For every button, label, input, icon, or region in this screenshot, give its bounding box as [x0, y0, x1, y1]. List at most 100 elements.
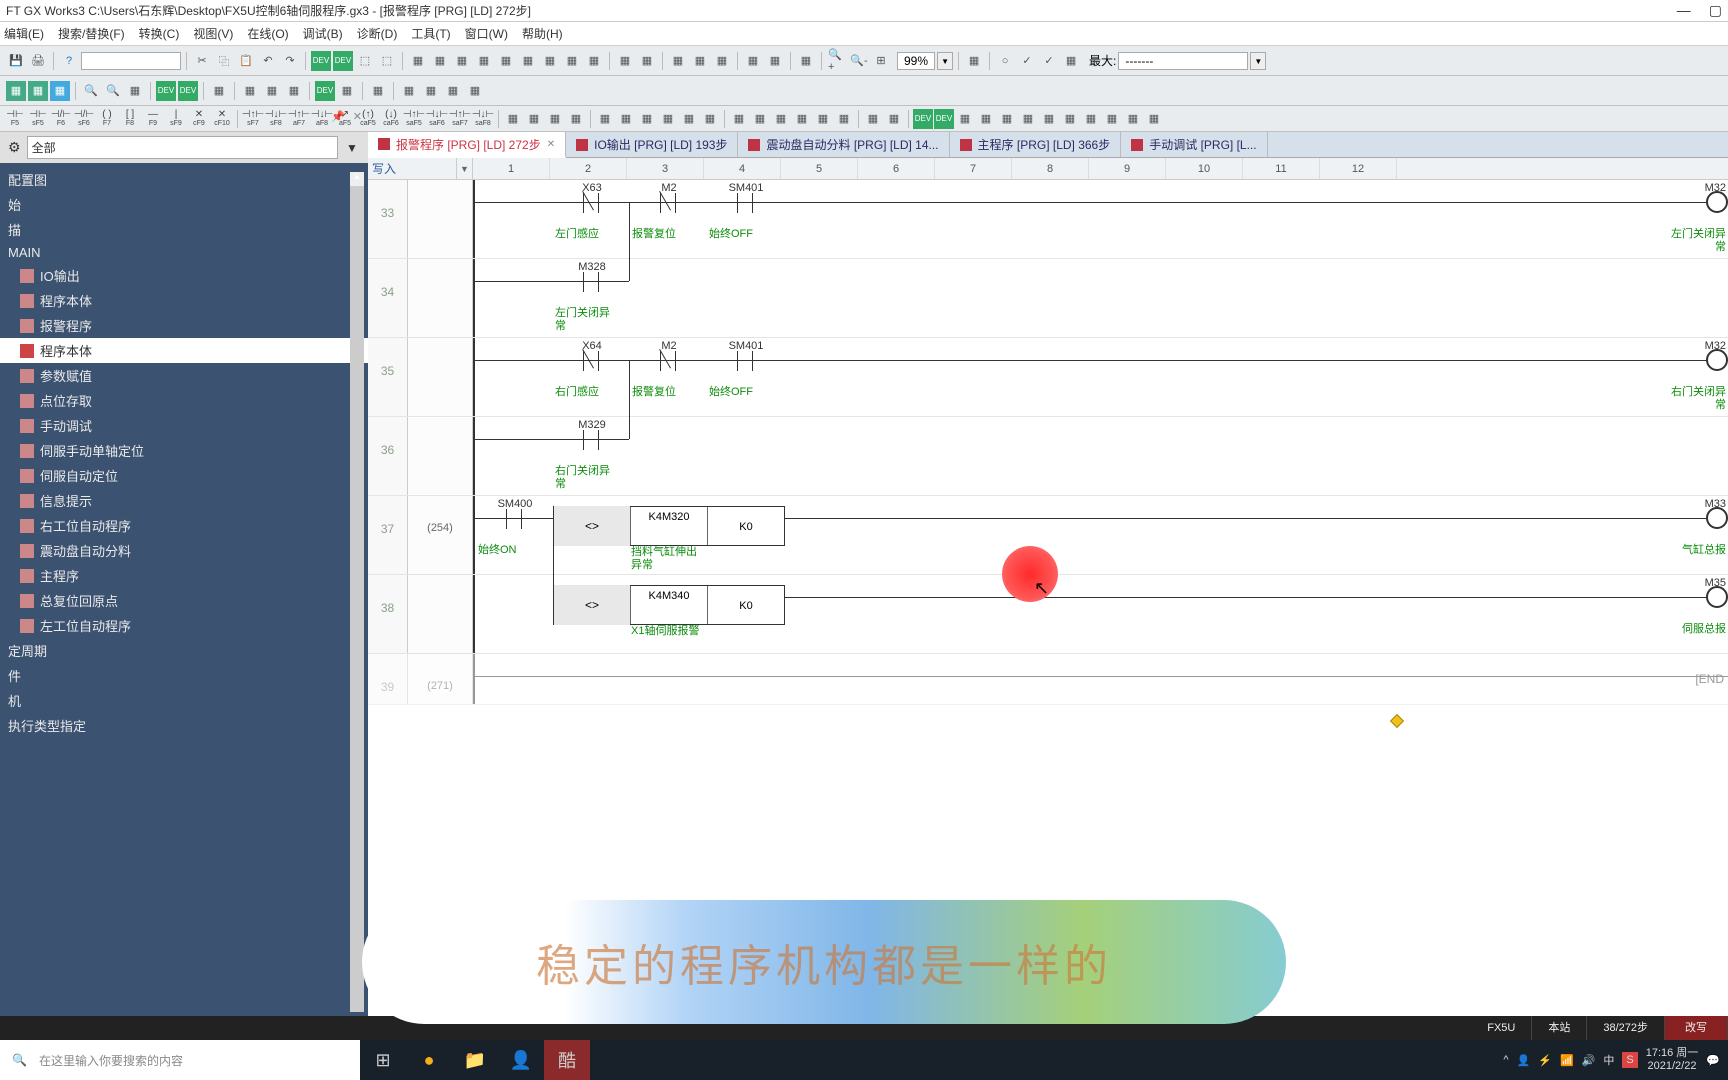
max-dropdown[interactable]: -------: [1118, 52, 1248, 70]
inst-rise[interactable]: ⊣↑⊢aF7: [288, 108, 310, 130]
tool-icon[interactable]: ✓: [1017, 51, 1037, 71]
zoom-value[interactable]: 99%: [897, 52, 935, 70]
nav-item[interactable]: 定周期: [0, 638, 368, 663]
editor-tab[interactable]: 报警程序 [PRG] [LD] 272步✕: [368, 132, 566, 158]
mode-selector[interactable]: 写入 ▼: [368, 158, 473, 179]
nc-contact[interactable]: [652, 351, 684, 371]
inst-fall[interactable]: ⊣↓⊢saF6: [426, 108, 448, 130]
tool-icon[interactable]: ▦: [518, 51, 538, 71]
nav-item[interactable]: 左工位自动程序: [0, 613, 368, 638]
tray-up-icon[interactable]: ^: [1503, 1054, 1508, 1066]
nav-item[interactable]: 震动盘自动分料: [0, 538, 368, 563]
editor-tab[interactable]: 手动调试 [PRG] [L...: [1121, 132, 1267, 157]
dev-icon[interactable]: DEV: [913, 109, 933, 129]
tool-icon[interactable]: ▦: [503, 109, 523, 129]
undo-icon[interactable]: ↶: [258, 51, 278, 71]
zoom-in-icon[interactable]: 🔍+: [827, 51, 847, 71]
output-coil[interactable]: [1706, 586, 1728, 608]
no-contact[interactable]: [498, 509, 530, 529]
nc-contact[interactable]: [652, 193, 684, 213]
output-coil[interactable]: [1706, 191, 1728, 213]
tool-icon[interactable]: ▦: [1144, 109, 1164, 129]
nav-item[interactable]: 配置图: [0, 167, 368, 192]
tool-icon[interactable]: ▦: [566, 109, 586, 129]
nav-item[interactable]: 右工位自动程序: [0, 513, 368, 538]
inst-fall[interactable]: ⊣↓⊢sF8: [265, 108, 287, 130]
tool-icon[interactable]: ▦: [474, 51, 494, 71]
tool-icon[interactable]: ▦: [337, 81, 357, 101]
inst-vline[interactable]: |sF9: [165, 108, 187, 130]
tab-close-icon[interactable]: ✕: [547, 139, 555, 150]
tool-icon[interactable]: ▦: [668, 51, 688, 71]
dev-icon[interactable]: DEV: [156, 81, 176, 101]
dev-icon[interactable]: DEV: [315, 81, 335, 101]
tool-icon[interactable]: ▦: [368, 81, 388, 101]
compare-instruction[interactable]: <> K4M320 K0: [553, 506, 785, 546]
max-dd-btn[interactable]: ▼: [1250, 52, 1266, 70]
tool-icon[interactable]: ▦: [595, 109, 615, 129]
tool-icon[interactable]: ▦: [615, 51, 635, 71]
tool-icon[interactable]: ▦: [863, 109, 883, 129]
menu-debug[interactable]: 调试(B): [303, 25, 343, 42]
rung-36[interactable]: 36 M329 右门关闭异常: [368, 417, 1728, 496]
no-contact[interactable]: [575, 272, 607, 292]
nav-item[interactable]: 程序本体: [0, 338, 368, 363]
menu-tools[interactable]: 工具(T): [411, 25, 450, 42]
tool-icon[interactable]: ▦: [813, 109, 833, 129]
output-coil[interactable]: [1706, 349, 1728, 371]
cut-icon[interactable]: ✂: [192, 51, 212, 71]
tray-notification-icon[interactable]: 💬: [1706, 1054, 1720, 1067]
tool-icon[interactable]: ▦: [700, 109, 720, 129]
nav-item[interactable]: IO输出: [0, 263, 368, 288]
nav-item[interactable]: 点位存取: [0, 388, 368, 413]
rung-35[interactable]: 35 X64 右门感应 M2 报警复位 SM401 始终OFF M32: [368, 338, 1728, 417]
tool-icon[interactable]: ▦: [743, 51, 763, 71]
find-icon[interactable]: 🔍: [103, 81, 123, 101]
rung-34[interactable]: 34 M328 左门关闭异常: [368, 259, 1728, 338]
inst-no-contact[interactable]: ⊣⊢F5: [4, 108, 26, 130]
tool-icon[interactable]: ▦: [496, 51, 516, 71]
tool-icon[interactable]: ▦: [6, 81, 26, 101]
nav-item[interactable]: 始: [0, 192, 368, 217]
mode-dropdown[interactable]: ▼: [456, 158, 472, 179]
dev-icon[interactable]: DEV: [934, 109, 954, 129]
tool-icon[interactable]: ▦: [1060, 109, 1080, 129]
tool-icon[interactable]: ▦: [792, 109, 812, 129]
nav-item[interactable]: MAIN: [0, 242, 368, 263]
find-icon[interactable]: 🔍: [81, 81, 101, 101]
tool-icon[interactable]: ▦: [658, 109, 678, 129]
tool-icon[interactable]: ▦: [834, 109, 854, 129]
nav-item[interactable]: 描: [0, 217, 368, 242]
inst-del[interactable]: ✕cF9: [188, 108, 210, 130]
nav-item[interactable]: 件: [0, 663, 368, 688]
no-contact[interactable]: [729, 351, 761, 371]
tool-icon[interactable]: ▦: [545, 109, 565, 129]
menu-edit[interactable]: 编辑(E): [4, 25, 44, 42]
tool-icon[interactable]: ▦: [796, 51, 816, 71]
tool-icon[interactable]: ▦: [50, 81, 70, 101]
nav-item[interactable]: 执行类型指定: [0, 713, 368, 738]
inst-nc-contact[interactable]: ⊣/⊢F6: [50, 108, 72, 130]
menu-help[interactable]: 帮助(H): [522, 25, 563, 42]
filter-dropdown[interactable]: 全部: [27, 136, 338, 159]
inst-rise[interactable]: ⊣↑⊢sF7: [242, 108, 264, 130]
tool-icon[interactable]: ▦: [443, 81, 463, 101]
no-contact[interactable]: [729, 193, 761, 213]
tray-icon[interactable]: 👤: [1517, 1054, 1531, 1067]
compare-instruction[interactable]: <> K4M340 K0: [553, 585, 785, 625]
nav-item[interactable]: 手动调试: [0, 413, 368, 438]
tool-icon[interactable]: ▦: [399, 81, 419, 101]
editor-tab[interactable]: 主程序 [PRG] [LD] 366步: [950, 132, 1122, 157]
tray-icon[interactable]: S: [1622, 1052, 1637, 1068]
tool-icon[interactable]: ✓: [1039, 51, 1059, 71]
rung-33[interactable]: 33 X63 左门感应 M2 报警复位 SM401 始终OFF M32: [368, 180, 1728, 259]
zoom-dropdown[interactable]: ▼: [937, 52, 953, 70]
windows-search[interactable]: 🔍 在这里输入你要搜索的内容: [0, 1040, 360, 1080]
tool-icon[interactable]: ▦: [637, 109, 657, 129]
zoom-fit-icon[interactable]: ⊞: [871, 51, 891, 71]
menu-window[interactable]: 窗口(W): [465, 25, 508, 42]
tool-icon[interactable]: ▦: [540, 51, 560, 71]
nav-tree[interactable]: 配置图始描MAINIO输出程序本体报警程序程序本体参数赋值点位存取手动调试伺服手…: [0, 163, 368, 1016]
redo-icon[interactable]: ↷: [280, 51, 300, 71]
inst-del[interactable]: ✕cF10: [211, 108, 233, 130]
